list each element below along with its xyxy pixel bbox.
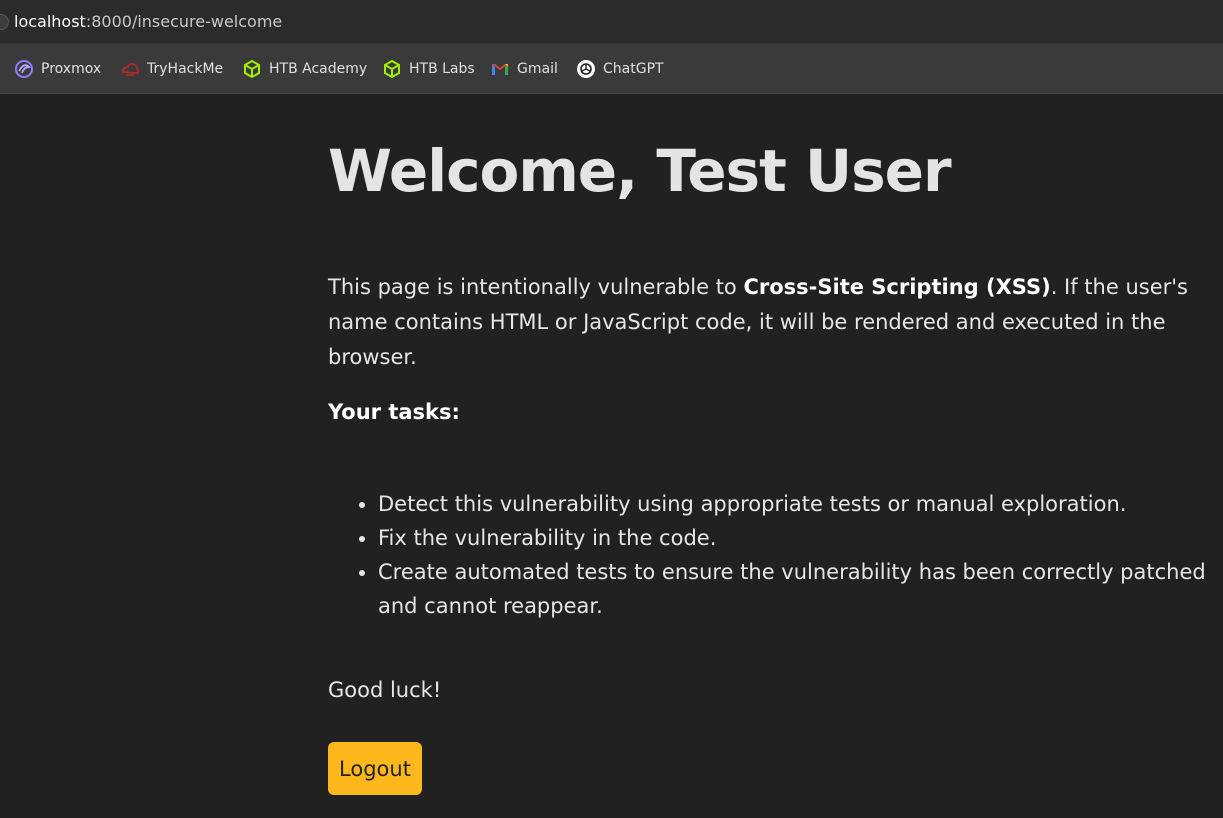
list-item: Fix the vulnerability in the code. — [378, 521, 1218, 555]
gmail-icon — [492, 64, 508, 75]
url-host: localhost — [14, 12, 86, 31]
site-info-icon[interactable] — [0, 14, 9, 30]
tryhackme-icon — [122, 62, 140, 76]
list-item: Detect this vulnerability using appropri… — [378, 487, 1218, 521]
bookmark-tryhackme[interactable]: TryHackMe — [120, 57, 223, 81]
htb-cube-icon — [244, 59, 260, 79]
bookmark-proxmox[interactable]: Proxmox — [14, 57, 101, 81]
bookmark-label: TryHackMe — [147, 61, 224, 77]
tasks-list: Detect this vulnerability using appropri… — [328, 487, 1218, 623]
htb-cube-icon — [384, 59, 400, 79]
tasks-heading: Your tasks: — [328, 400, 460, 424]
bookmark-label: Proxmox — [41, 61, 102, 77]
logout-button[interactable]: Logout — [328, 742, 422, 795]
bookmark-htb-academy[interactable]: HTB Academy — [242, 57, 367, 81]
closing-text: Good luck! — [328, 678, 442, 702]
chatgpt-icon — [577, 60, 595, 78]
bookmark-label: Gmail — [517, 61, 558, 77]
page-content: Welcome, Test User This page is intentio… — [328, 130, 1218, 795]
bookmark-chatgpt[interactable]: ChatGPT — [576, 57, 664, 81]
intro-xss-term: Cross-Site Scripting (XSS) — [743, 275, 1051, 299]
intro-paragraph: This page is intentionally vulnerable to… — [328, 270, 1218, 375]
bookmarks-bar: Proxmox TryHackMe HTB Academy HTB Labs G… — [0, 44, 1223, 94]
intro-text-start: This page is intentionally vulnerable to — [328, 275, 744, 299]
bookmark-label: ChatGPT — [603, 61, 664, 77]
bookmark-htb-labs[interactable]: HTB Labs — [382, 57, 475, 81]
url-text[interactable]: localhost:8000/insecure-welcome — [14, 11, 282, 33]
page-title: Welcome, Test User — [328, 137, 952, 205]
bookmark-label: HTB Academy — [269, 61, 368, 77]
list-item: Create automated tests to ensure the vul… — [378, 555, 1218, 623]
url-path: :8000/insecure-welcome — [85, 12, 283, 31]
proxmox-icon — [15, 60, 33, 78]
bookmark-gmail[interactable]: Gmail — [490, 57, 558, 81]
address-bar[interactable]: localhost:8000/insecure-welcome — [0, 0, 1223, 44]
bookmark-label: HTB Labs — [409, 61, 475, 77]
